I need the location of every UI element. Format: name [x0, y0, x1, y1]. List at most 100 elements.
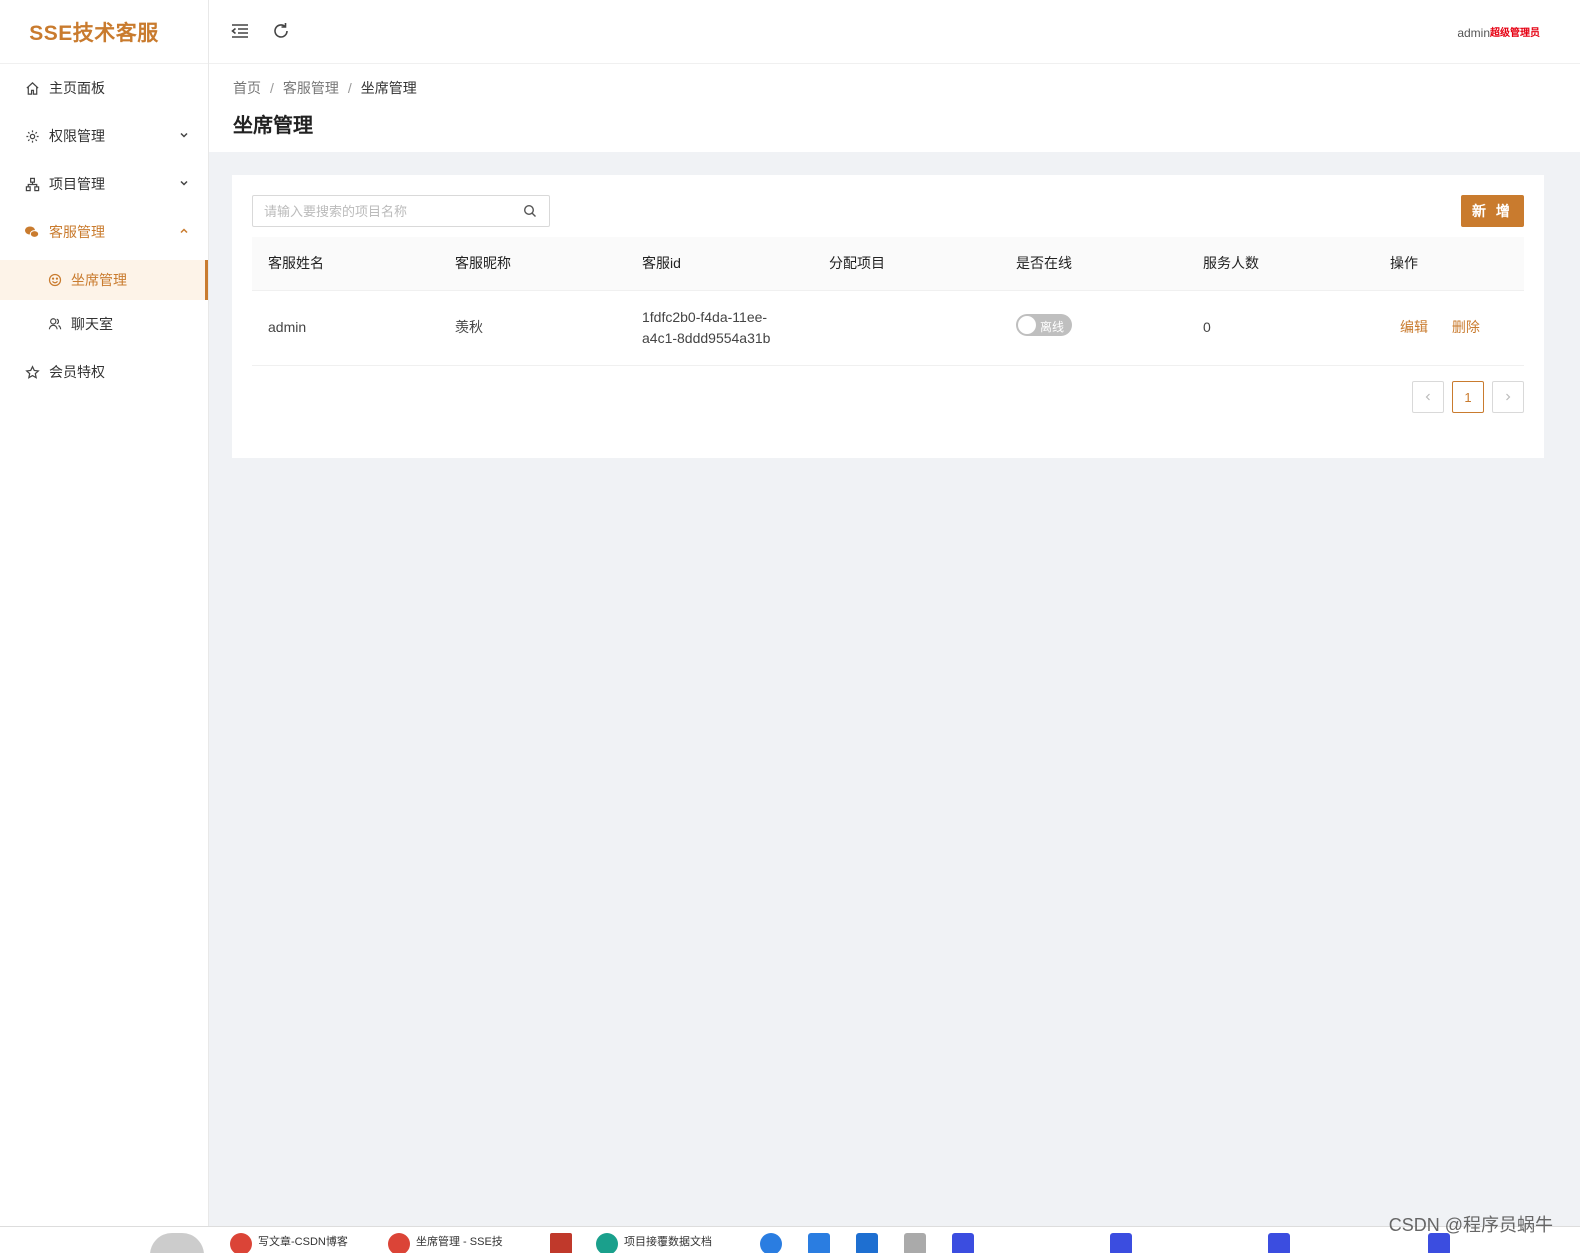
chevron-down-icon — [180, 180, 188, 186]
ide-icon — [1110, 1233, 1132, 1253]
taskbar-item[interactable] — [1110, 1233, 1138, 1253]
taskbar-item[interactable] — [856, 1233, 884, 1253]
top-header: admin 超级管理员 — [209, 0, 1580, 64]
ide-icon — [1268, 1233, 1290, 1253]
cell-project — [813, 290, 1000, 366]
star-icon — [24, 364, 40, 380]
sidebar-item-vip[interactable]: 会员特权 — [0, 348, 208, 396]
chrome-icon — [230, 1233, 252, 1253]
taskbar-item[interactable] — [1268, 1233, 1296, 1253]
table-header-row: 客服姓名 客服昵称 客服id 分配项目 是否在线 服务人数 操作 — [252, 237, 1524, 291]
sidebar-item-chat-room[interactable]: 聊天室 — [0, 304, 208, 344]
chevron-up-icon — [180, 228, 188, 234]
column-header: 客服昵称 — [439, 237, 626, 291]
sidebar-item-label: 客服管理 — [49, 224, 105, 240]
taskbar-item[interactable]: 坐席管理 - SSE技 — [388, 1233, 503, 1253]
page-title: 坐席管理 — [233, 115, 313, 137]
breadcrumb-parent[interactable]: 客服管理 — [283, 78, 339, 98]
sidebar-item-projects[interactable]: 项目管理 — [0, 160, 208, 208]
delete-link[interactable]: 删除 — [1452, 319, 1480, 335]
page-header: 首页 / 客服管理 / 坐席管理 坐席管理 — [209, 64, 1580, 152]
breadcrumb-home[interactable]: 首页 — [233, 78, 261, 98]
search-input[interactable] — [253, 196, 523, 226]
cell-served: 0 — [1187, 290, 1374, 366]
column-header: 服务人数 — [1187, 237, 1374, 291]
sidebar-item-label: 坐席管理 — [71, 272, 127, 288]
taskbar-item[interactable]: 项目接覆数据文档 — [596, 1233, 712, 1253]
app-icon — [550, 1233, 572, 1253]
app-icon — [904, 1233, 926, 1253]
page-button-1[interactable]: 1 — [1452, 381, 1484, 413]
sidebar-item-customer-service[interactable]: 客服管理 — [0, 208, 208, 256]
cell-id-line: a4c1-8ddd9554a31b — [642, 329, 771, 346]
table-row: admin 羡秋 1fdfc2b0-f4da-11ee- a4c1-8ddd95… — [252, 290, 1524, 366]
taskbar-item-label: 项目接覆数据文档 — [624, 1236, 712, 1248]
smile-icon — [48, 273, 62, 287]
chrome-icon — [388, 1233, 410, 1253]
seat-table: 客服姓名 客服昵称 客服id 分配项目 是否在线 服务人数 操作 admin 羡… — [252, 237, 1524, 366]
toggle-knob — [1018, 315, 1036, 334]
os-taskbar: 写文章-CSDN博客 坐席管理 - SSE技 项目接覆数据文档 — [0, 1226, 1580, 1253]
wechat-icon — [24, 224, 40, 240]
taskbar-avatar[interactable] — [150, 1233, 210, 1253]
column-header: 是否在线 — [1000, 237, 1187, 291]
edit-link[interactable]: 编辑 — [1400, 319, 1428, 335]
cell-id: 1fdfc2b0-f4da-11ee- a4c1-8ddd9554a31b — [626, 290, 813, 366]
avatar — [150, 1233, 204, 1253]
search-box — [252, 195, 550, 227]
users-icon — [48, 317, 62, 331]
taskbar-item[interactable] — [904, 1233, 932, 1253]
chevron-left-icon — [1425, 393, 1430, 401]
username: admin — [1457, 26, 1490, 40]
taskbar-item-label: 坐席管理 - SSE技 — [416, 1236, 503, 1248]
menu-fold-icon[interactable] — [229, 20, 251, 42]
taskbar-item[interactable] — [808, 1233, 836, 1253]
cell-online: 离线 — [1000, 290, 1187, 366]
add-button[interactable]: 新 增 — [1461, 195, 1524, 227]
app-icon — [760, 1233, 782, 1253]
online-toggle[interactable]: 离线 — [1016, 313, 1072, 336]
breadcrumb-separator: / — [347, 80, 352, 96]
cell-nickname: 羡秋 — [439, 290, 626, 366]
search-icon[interactable] — [523, 204, 537, 218]
sidebar-item-label: 会员特权 — [49, 364, 105, 380]
taskbar-item[interactable] — [550, 1233, 578, 1253]
cell-actions: 编辑 删除 — [1374, 290, 1524, 366]
taskbar-item[interactable] — [952, 1233, 980, 1253]
column-header: 客服id — [626, 237, 813, 291]
chevron-right-icon — [1506, 393, 1511, 401]
app-icon — [808, 1233, 830, 1253]
role-badge: 超级管理员 — [1490, 28, 1540, 39]
breadcrumb-separator: / — [270, 80, 274, 96]
sidebar-item-seat-management[interactable]: 坐席管理 — [0, 260, 208, 300]
pagination: 1 — [1404, 381, 1524, 413]
taskbar-item-label: 写文章-CSDN博客 — [258, 1236, 348, 1248]
watermark: CSDN @程序员蜗牛 — [1388, 1215, 1553, 1235]
refresh-icon[interactable] — [270, 20, 292, 42]
sidebar-item-dashboard[interactable]: 主页面板 — [0, 64, 208, 112]
breadcrumb: 首页 / 客服管理 / 坐席管理 — [233, 78, 1556, 98]
user-menu[interactable]: admin 超级管理员 — [1457, 24, 1540, 40]
edge-icon — [596, 1233, 618, 1253]
chevron-down-icon — [180, 132, 188, 138]
app-logo[interactable]: SSE技术客服 — [0, 0, 208, 64]
org-chart-icon — [24, 176, 40, 192]
taskbar-item[interactable]: 写文章-CSDN博客 — [230, 1233, 348, 1253]
cell-id-line: 1fdfc2b0-f4da-11ee- — [642, 308, 768, 325]
gear-icon — [24, 128, 40, 144]
sidebar-item-label: 项目管理 — [49, 176, 105, 192]
toggle-label: 离线 — [1039, 319, 1064, 334]
column-header: 分配项目 — [813, 237, 1000, 291]
sidebar-item-permissions[interactable]: 权限管理 — [0, 112, 208, 160]
breadcrumb-current: 坐席管理 — [360, 80, 417, 96]
ide-icon — [952, 1233, 974, 1253]
sidebar: SSE技术客服 主页面板 权限管理 项目管理 客服管理 坐席管理 聊天室 会员特… — [0, 0, 209, 1236]
content-card: 新 增 客服姓名 客服昵称 客服id 分配项目 是否在线 服务人数 操作 adm… — [232, 175, 1544, 458]
next-page-button[interactable] — [1492, 381, 1524, 413]
taskbar-item[interactable] — [760, 1233, 788, 1253]
app-icon — [856, 1233, 878, 1253]
sidebar-item-label: 主页面板 — [49, 80, 105, 96]
column-header: 客服姓名 — [252, 237, 439, 291]
prev-page-button[interactable] — [1412, 381, 1444, 413]
cell-name: admin — [252, 290, 439, 366]
